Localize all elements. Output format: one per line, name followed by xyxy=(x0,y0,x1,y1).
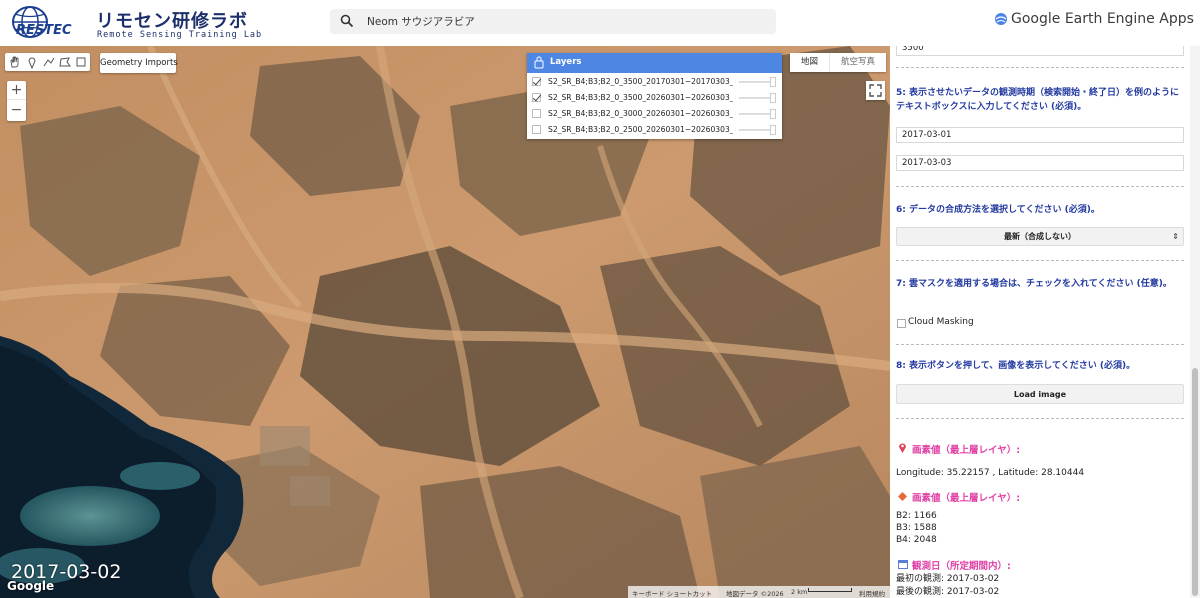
geometry-imports-button[interactable]: Geometry Imports xyxy=(100,53,178,73)
divider xyxy=(896,418,1184,419)
line-icon[interactable] xyxy=(42,55,56,69)
divider xyxy=(896,186,1184,187)
opacity-slider[interactable] xyxy=(739,81,771,83)
map-attribution: キーボード ショートカット 地図データ ©2026 2 km 利用規約 xyxy=(628,586,890,598)
cloud-masking-label[interactable]: Cloud Masking xyxy=(908,317,974,327)
opacity-slider[interactable] xyxy=(739,113,771,115)
composite-method-value: 最新（合成しない） xyxy=(1004,232,1076,241)
pixel-value-title-text: 画素値（最上層レイヤ）: xyxy=(912,445,1021,456)
zoom-out-button[interactable]: − xyxy=(7,101,26,120)
logo-brand: RESTEC xyxy=(16,23,72,38)
layers-title: Layers xyxy=(550,57,582,67)
coordinates-text: Longitude: 35.22157 , Latitude: 28.10444 xyxy=(896,468,1085,478)
panel-scrollbar[interactable] xyxy=(1190,46,1200,598)
layer-checkbox[interactable] xyxy=(532,109,541,118)
map-type-satellite-button[interactable]: 航空写真 xyxy=(830,53,886,72)
layer-name: S2_SR_B4;B3;B2_0_3500_20170301~20170303_… xyxy=(548,77,733,86)
search-icon xyxy=(340,14,354,28)
composite-method-select[interactable]: 最新（合成しない） ⇕ xyxy=(896,227,1184,246)
layers-panel: Layers S2_SR_B4;B3;B2_0_3500_20170301~20… xyxy=(527,53,782,139)
cloud-masking-checkbox[interactable] xyxy=(897,319,906,328)
keyboard-shortcuts-link[interactable]: キーボード ショートカット xyxy=(632,588,712,598)
search-box[interactable]: Neom サウジアラビア xyxy=(330,9,776,34)
pixel-value-title-2: 画素値（最上層レイヤ）: xyxy=(898,490,1020,504)
point-icon[interactable] xyxy=(25,55,39,69)
max-value-field[interactable]: 3500 xyxy=(896,46,1184,56)
pixel-value-title-text: 画素値（最上層レイヤ）: xyxy=(912,493,1021,504)
observation-title: 観測日（所定期間内）: xyxy=(898,558,1011,572)
terms-link[interactable]: 利用規約 xyxy=(859,588,885,598)
question-6: 6: データの合成方法を選択してください (必須)。 xyxy=(896,205,1100,215)
question-8: 8: 表示ボタンを押して、画像を表示してください (必須)。 xyxy=(896,361,1136,371)
load-image-button[interactable]: Load image xyxy=(896,384,1184,404)
opacity-slider[interactable] xyxy=(739,129,771,131)
select-arrows-icon: ⇕ xyxy=(1172,232,1179,241)
scale-bar xyxy=(808,588,852,592)
zoom-control: + − xyxy=(7,81,26,121)
rectangle-icon[interactable] xyxy=(74,55,88,69)
layer-row: S2_SR_B4;B3;B2_0_3500_20170301~20170303_… xyxy=(527,74,782,90)
question-5: 5: 表示させたいデータの観測時期（検索開始・終了日）を例のようにテキストボック… xyxy=(896,88,1179,112)
search-input[interactable]: Neom サウジアラビア xyxy=(367,14,475,29)
app-name: Google Earth Engine Apps xyxy=(1011,11,1194,27)
pin-icon xyxy=(898,442,908,456)
pixel-value-title-1: 画素値（最上層レイヤ）: xyxy=(898,442,1020,456)
opacity-slider-knob[interactable] xyxy=(770,109,776,119)
polygon-icon[interactable] xyxy=(58,55,72,69)
layer-checkbox[interactable] xyxy=(532,77,541,86)
layer-row: S2_SR_B4;B3;B2_0_3000_20260301~20260303_… xyxy=(527,106,782,122)
map-type-control: 地図 航空写真 xyxy=(790,53,886,72)
map-view[interactable]: Geometry Imports + − Layers S2_SR_B4;B3;… xyxy=(0,46,890,598)
layers-header[interactable]: Layers xyxy=(527,53,782,73)
fullscreen-icon xyxy=(869,84,882,97)
first-observation: 最初の観測: 2017-03-02 xyxy=(896,574,1000,584)
layer-name: S2_SR_B4;B3;B2_0_2500_20260301~20260303_… xyxy=(548,125,733,134)
divider xyxy=(896,260,1184,261)
opacity-slider-knob[interactable] xyxy=(770,93,776,103)
zoom-in-button[interactable]: + xyxy=(7,81,26,100)
drawing-toolbar xyxy=(5,53,90,71)
layer-checkbox[interactable] xyxy=(532,125,541,134)
fullscreen-button[interactable] xyxy=(866,81,885,100)
layer-checkbox[interactable] xyxy=(532,93,541,102)
question-7: 7: 雲マスクを適用する場合は、チェックを入れてください (任意)。 xyxy=(896,279,1172,289)
scrollbar-thumb[interactable] xyxy=(1192,368,1198,596)
restec-logo: RESTEC リモセン研修ラボ Remote Sensing Training … xyxy=(8,4,261,42)
gee-logo-icon xyxy=(995,13,1007,25)
opacity-slider-knob[interactable] xyxy=(770,125,776,135)
google-logo: Google xyxy=(7,579,55,593)
last-observation: 最後の観測: 2017-03-02 xyxy=(896,587,1000,597)
map-data-text[interactable]: 地図データ ©2026 xyxy=(726,588,784,598)
divider xyxy=(896,344,1184,345)
band-b3-value: B3: 1588 xyxy=(896,523,937,533)
calendar-icon xyxy=(898,559,908,572)
band-b4-value: B4: 2048 xyxy=(896,535,937,545)
layer-row: S2_SR_B4;B3;B2_0_2500_20260301~20260303_… xyxy=(527,122,782,138)
app-header: RESTEC リモセン研修ラボ Remote Sensing Training … xyxy=(0,0,1200,46)
divider xyxy=(896,67,1184,68)
control-panel: 3500 5: 表示させたいデータの観測時期（検索開始・終了日）を例のようにテキ… xyxy=(890,46,1200,598)
pan-hand-icon[interactable] xyxy=(8,55,22,69)
start-date-field[interactable]: 2017-03-01 xyxy=(896,127,1184,143)
band-b2-value: B2: 1166 xyxy=(896,511,937,521)
layer-name: S2_SR_B4;B3;B2_0_3500_20260301~20260303_… xyxy=(548,93,733,102)
lock-icon[interactable] xyxy=(534,56,544,69)
layer-name: S2_SR_B4;B3;B2_0_3000_20260301~20260303_… xyxy=(548,109,733,118)
logo-subtitle: Remote Sensing Training Lab xyxy=(97,30,263,40)
map-type-map-button[interactable]: 地図 xyxy=(790,53,830,72)
observation-title-text: 観測日（所定期間内）: xyxy=(912,561,1011,572)
scale-label: 2 km xyxy=(791,588,808,596)
end-date-field[interactable]: 2017-03-03 xyxy=(896,155,1184,171)
opacity-slider[interactable] xyxy=(739,97,771,99)
opacity-slider-knob[interactable] xyxy=(770,77,776,87)
layer-row: S2_SR_B4;B3;B2_0_3500_20260301~20260303_… xyxy=(527,90,782,106)
diamond-icon xyxy=(898,492,908,504)
